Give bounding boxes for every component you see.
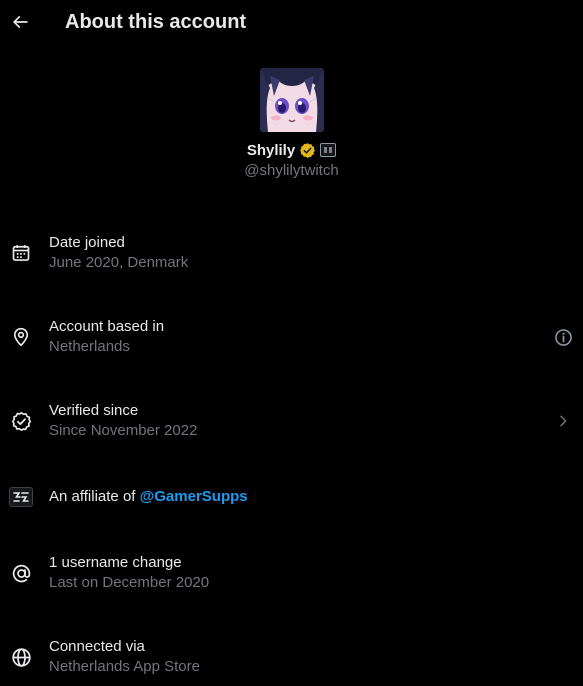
row-title: Connected via [49, 638, 145, 655]
row-text: Connected via Netherlands App Store [49, 637, 200, 677]
row-account-based-in: Account based in Netherlands [0, 317, 583, 361]
row-text: An affiliate of @GamerSupps [49, 487, 248, 507]
row-subtitle: Netherlands [49, 338, 130, 355]
row-subtitle: June 2020, Denmark [49, 254, 189, 271]
row-text: Verified since Since November 2022 [49, 401, 197, 441]
header-bar: About this account [0, 0, 583, 44]
back-arrow-icon [10, 12, 30, 32]
row-text: Date joined June 2020, Denmark [49, 233, 188, 273]
name-row: Shylily [0, 140, 583, 160]
row-title: Date joined [49, 234, 125, 251]
row-title: Account based in [49, 318, 165, 335]
row-subtitle: Last on December 2020 [49, 574, 210, 591]
row-title: 1 username change [49, 554, 182, 571]
info-icon[interactable] [551, 325, 575, 349]
affiliate-badge-icon [9, 485, 33, 509]
verified-check-icon [9, 409, 33, 433]
affiliate-prefix: An affiliate of [49, 488, 140, 505]
display-name[interactable]: Shylily [247, 142, 295, 159]
row-username-change: 1 username change Last on December 2020 [0, 553, 583, 597]
page-title: About this account [65, 11, 247, 33]
row-verified-since[interactable]: Verified since Since November 2022 [0, 401, 583, 445]
calendar-icon [9, 241, 33, 265]
row-subtitle: Since November 2022 [49, 422, 198, 439]
row-date-joined: Date joined June 2020, Denmark [0, 233, 583, 277]
verified-badge-icon[interactable] [299, 142, 316, 159]
at-sign-icon [9, 561, 33, 585]
row-title: An affiliate of @GamerSupps [49, 487, 248, 507]
affiliate-link[interactable]: @GamerSupps [140, 488, 248, 505]
back-button[interactable] [8, 6, 32, 38]
profile-handle[interactable]: @shylilytwitch [0, 161, 583, 181]
avatar[interactable] [259, 68, 324, 132]
row-subtitle: Netherlands App Store [49, 658, 200, 675]
chevron-right-icon[interactable] [551, 409, 575, 433]
row-affiliate: An affiliate of @GamerSupps [0, 485, 583, 509]
row-text: 1 username change Last on December 2020 [49, 553, 209, 593]
location-pin-icon [9, 325, 33, 349]
row-connected-via: Connected via Netherlands App Store [0, 637, 583, 681]
affiliate-badge-icon[interactable] [320, 143, 337, 157]
row-title: Verified since [49, 402, 139, 419]
globe-icon [9, 645, 33, 669]
profile-summary: Shylily @shylilytwitch [0, 68, 583, 181]
row-text: Account based in Netherlands [49, 317, 164, 357]
